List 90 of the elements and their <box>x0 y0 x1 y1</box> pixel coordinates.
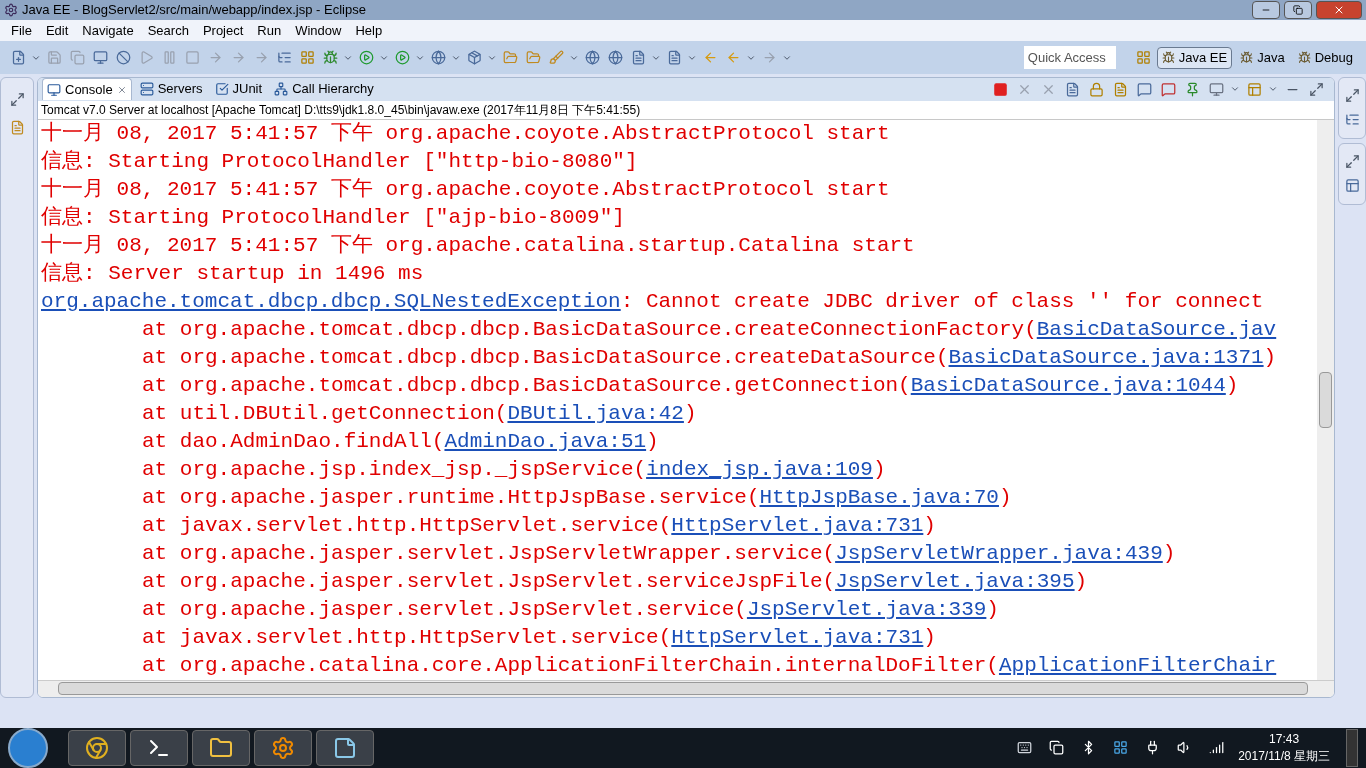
source-link[interactable]: index_jsp.java:109 <box>646 455 873 484</box>
stack-trace-line: at util.DBUtil.getConnection( <box>142 400 508 427</box>
quick-access-field[interactable]: Quick Access <box>1023 46 1116 69</box>
closing-paren: ) <box>1225 372 1239 399</box>
closing-paren: ) <box>1074 568 1088 595</box>
show-desktop-button[interactable] <box>1346 728 1358 767</box>
closing-paren: ) <box>1263 344 1277 371</box>
start-button[interactable] <box>8 727 48 768</box>
window-title: Java EE - BlogServlet2/src/main/webapp/index.jsp - Eclipse <box>22 1 366 20</box>
source-link[interactable]: DBUtil.java:42 <box>507 399 684 428</box>
closing-paren: ) <box>872 456 886 483</box>
hierarchy-icon <box>274 82 289 97</box>
stack-trace-line: at javax.servlet.http.HttpServlet.service( <box>142 512 672 539</box>
source-link[interactable]: HttpJspBase.java:70 <box>759 483 999 512</box>
stack-trace-line: at org.apache.jasper.servlet.JspServletWrapper.service( <box>142 540 836 567</box>
console-line: 十一月 08, 2017 5:41:57 下午 org.apache.coyote.AbstractProtocol start <box>41 176 890 203</box>
taskbar-button[interactable] <box>192 729 250 766</box>
closing-paren: ) <box>923 512 936 539</box>
menu-item[interactable]: Search <box>140 20 196 41</box>
restore-icon <box>1293 4 1303 15</box>
stack-trace-line: at org.apache.tomcat.dbcp.dbcp.BasicDataSource.getConnection( <box>142 372 911 399</box>
taskbar-button[interactable] <box>130 729 188 766</box>
console-line: 信息: Server startup in 1496 ms <box>41 260 424 287</box>
perspective-button[interactable]: Java <box>1235 46 1290 69</box>
stack-trace-line: at javax.servlet.http.HttpServlet.service( <box>142 624 672 651</box>
taskbar-button[interactable] <box>316 729 374 766</box>
source-link[interactable]: HttpServlet.java:731 <box>671 511 924 540</box>
clock-time: 17:43 <box>1269 730 1300 748</box>
closing-paren: ) <box>1162 540 1176 567</box>
console-line: 信息: Starting ProtocolHandler ["ajp-bio-8009"] <box>41 204 625 231</box>
source-link[interactable]: HttpServlet.java:731 <box>671 623 924 652</box>
console-line: : Cannot create JDBC driver of class '' for connect <box>620 288 1264 315</box>
monitor-icon <box>47 82 61 97</box>
source-link[interactable]: BasicDataSource.java:1044 <box>910 371 1226 400</box>
menu-item[interactable]: Window <box>288 20 349 41</box>
restore-button[interactable] <box>1284 0 1312 19</box>
view-tab[interactable]: Servers <box>135 78 207 101</box>
closing-paren: ) <box>646 428 659 455</box>
menu-item[interactable]: Navigate <box>75 20 141 41</box>
bug-icon <box>1161 51 1175 64</box>
scroll-thumb[interactable] <box>58 682 1308 696</box>
source-link[interactable]: AdminDao.java:51 <box>444 427 647 456</box>
source-link[interactable]: BasicDataSource.jav <box>1036 315 1277 344</box>
closing-paren: ) <box>683 400 697 427</box>
console-line: 十一月 08, 2017 5:41:57 下午 org.apache.coyote.AbstractProtocol start <box>41 120 890 147</box>
closing-paren: ) <box>998 484 1012 511</box>
stack-trace-line: at org.apache.jsp.index_jsp._jspService( <box>142 456 647 483</box>
view-tab[interactable]: Call Hierarchy <box>270 78 378 101</box>
taskbar-button[interactable] <box>254 729 312 766</box>
check-icon <box>214 82 229 97</box>
source-link[interactable]: JspServletWrapper.java:439 <box>835 539 1163 568</box>
exception-link[interactable]: org.apache.tomcat.dbcp.dbcp.SQLNestedException <box>41 287 621 316</box>
source-link[interactable]: JspServlet.java:395 <box>835 567 1075 596</box>
perspective-button[interactable]: Debug <box>1292 46 1358 69</box>
bug-icon <box>1240 51 1254 64</box>
browser-icon <box>85 735 109 760</box>
menu-item[interactable]: File <box>4 20 39 41</box>
source-link[interactable]: ApplicationFilterChair <box>998 651 1277 680</box>
stack-trace-line: at org.apache.tomcat.dbcp.dbcp.BasicDataSource.createDataSource( <box>142 344 949 371</box>
stack-trace-line: at dao.AdminDao.findAll( <box>142 428 445 455</box>
stack-trace-line: at org.apache.jasper.runtime.HttpJspBase.service( <box>142 484 760 511</box>
menu-item[interactable]: Edit <box>38 20 76 41</box>
console-line: 十一月 08, 2017 5:41:57 下午 org.apache.catalina.startup.Catalina start <box>41 232 915 259</box>
scroll-thumb[interactable] <box>1319 371 1332 428</box>
clock-date: 2017/11/8 星期三 <box>1238 747 1330 765</box>
source-link[interactable]: BasicDataSource.java:1371 <box>948 343 1264 372</box>
bug-icon <box>1297 51 1311 64</box>
horizontal-scrollbar[interactable] <box>38 679 1334 697</box>
vertical-scrollbar[interactable] <box>1317 119 1334 680</box>
view-tab[interactable]: Console <box>42 78 132 101</box>
close-button[interactable] <box>1316 0 1362 19</box>
menu-item[interactable]: Run <box>250 20 289 41</box>
stack-trace-line: at org.apache.jasper.servlet.JspServlet.service( <box>142 596 747 623</box>
view-tab[interactable]: JUnit <box>210 78 267 101</box>
stack-trace-line: at org.apache.tomcat.dbcp.dbcp.BasicDataSource.createConnectionFactory( <box>142 316 1037 343</box>
folder-icon <box>209 735 233 760</box>
stack-trace-line: at org.apache.jasper.servlet.JspServlet.serviceJspFile( <box>142 568 836 595</box>
console-line: 信息: Starting ProtocolHandler ["http-bio-8080"] <box>41 148 638 175</box>
menu-item[interactable]: Help <box>348 20 390 41</box>
notepad-icon <box>333 735 357 760</box>
stack-trace-line: at org.apache.catalina.core.ApplicationFilterChain.internalDoFilter( <box>142 652 999 679</box>
menu-item[interactable]: Project <box>195 20 251 41</box>
gear-icon <box>271 735 295 760</box>
closing-paren: ) <box>923 624 936 651</box>
closing-paren: ) <box>986 596 999 623</box>
close-icon[interactable] <box>116 84 127 95</box>
minimize-button[interactable] <box>1252 0 1280 19</box>
source-link[interactable]: JspServlet.java:339 <box>746 595 987 624</box>
taskbar-button[interactable] <box>68 729 126 766</box>
perspective-button[interactable]: Java EE <box>1156 46 1233 69</box>
